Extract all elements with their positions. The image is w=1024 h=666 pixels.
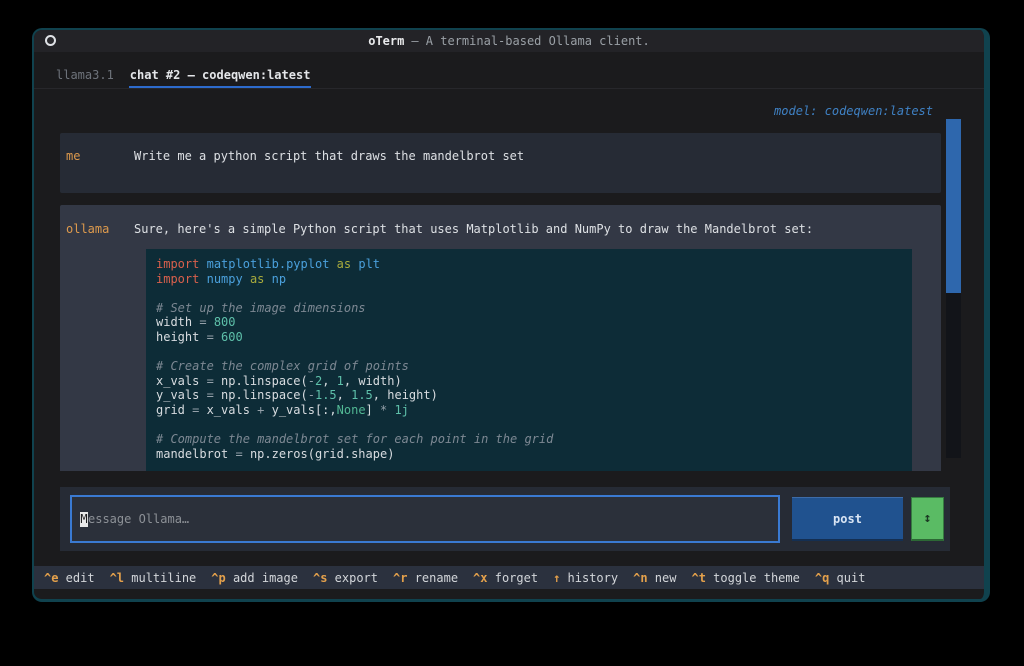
shortcut-label: edit (58, 570, 95, 585)
code-line: width = 800 (156, 315, 236, 330)
shortcut-key: ^q (814, 570, 830, 585)
assistant-message: ollama Sure, here's a simple Python scri… (60, 205, 941, 471)
code-line: mandelbrot = np.zeros(grid.shape) (156, 446, 395, 461)
shortcut-add-image[interactable]: ^p add image (211, 571, 298, 585)
shortcut-key: ^p (211, 570, 226, 585)
code-line: # Create the complex grid of points (156, 359, 409, 374)
tab-llama3-1[interactable]: llama3.1 (55, 68, 115, 88)
shortcut-quit[interactable]: ^q quit (815, 571, 866, 585)
code-line: height = 600 (156, 329, 243, 344)
app-icon (45, 35, 56, 46)
scrollbar-track[interactable] (946, 119, 961, 458)
code-line: import matplotlib.pyplot as plt (156, 257, 381, 271)
shortcut-key: ^e (44, 570, 59, 585)
up-down-arrow-icon: ↕ (923, 511, 932, 526)
shortcut-label: new (647, 570, 677, 585)
code-block: import matplotlib.pyplot as plt import nu… (146, 249, 912, 471)
shortcut-label: history (560, 570, 619, 585)
shortcut-multiline[interactable]: ^l multiline (110, 571, 197, 585)
window-title: oTerm — A terminal-based Ollama client. (368, 34, 650, 48)
code-line: y_vals = np.linspace(-1.5, 1.5, height) (156, 388, 438, 403)
shortcut-edit[interactable]: ^e edit (44, 571, 95, 585)
shortcut-label: quit (829, 570, 866, 585)
shortcut-key: ^t (691, 570, 706, 585)
post-button[interactable]: post (792, 497, 903, 541)
message-text: Write me a python script that draws the … (134, 149, 525, 163)
input-panel: Message Ollama… post ↕ (60, 487, 950, 551)
title-bar: oTerm — A terminal-based Ollama client. (34, 30, 984, 52)
shortcut-label: add image (225, 570, 298, 585)
message-input[interactable]: Message Ollama… (70, 495, 780, 543)
code-line: grid = x_vals + y_vals[:,None] * 1j (156, 402, 409, 417)
shortcut-key: ^x (473, 570, 488, 585)
shortcut-toggle-theme[interactable]: ^t toggle theme (691, 571, 799, 585)
app-name: oTerm (368, 34, 405, 48)
shortcut-label: multiline (124, 570, 197, 585)
code-line: # Set up the image dimensions (156, 300, 366, 315)
code-line: import numpy as np (156, 271, 287, 286)
input-placeholder: essage Ollama… (88, 512, 190, 526)
shortcut-label: rename (407, 570, 459, 585)
message-author: ollama (66, 222, 110, 236)
chat-area: model: codeqwen:latest me Write me a pyt… (34, 89, 984, 471)
text-cursor: M (80, 511, 88, 527)
shortcut-label: forget (487, 570, 539, 585)
scrollbar-thumb[interactable] (946, 119, 961, 293)
code-line: # Compute the mandelbrot set for each po… (156, 432, 554, 447)
shortcut-key: ^s (312, 570, 328, 585)
tab-bar: llama3.1 chat #2 — codeqwen:latest (34, 52, 984, 89)
footer-shortcuts: ^e edit ^l multiline ^p add image ^s export… (34, 566, 984, 589)
oterm-window: oTerm — A terminal-based Ollama client. l… (32, 28, 990, 602)
app-subtitle: — A terminal-based Ollama client. (411, 34, 650, 48)
shortcut-key: ^l (109, 570, 125, 585)
message-author: me (66, 149, 81, 163)
shortcut-key: ^r (393, 570, 408, 585)
model-label: model: codeqwen:latest (774, 104, 933, 118)
resize-toggle-button[interactable]: ↕ (911, 497, 944, 541)
message-text: Sure, here's a simple Python script that… (134, 222, 814, 236)
shortcut-key: ^n (633, 570, 648, 585)
shortcut-history[interactable]: ↑ history (553, 571, 618, 585)
shortcut-label: export (327, 570, 379, 585)
code-line: x_vals = np.linspace(-2, 1, width) (156, 373, 402, 388)
shortcut-rename[interactable]: ^r rename (393, 571, 458, 585)
user-message: me Write me a python script that draws t… (60, 133, 941, 193)
shortcut-export[interactable]: ^s export (313, 571, 378, 585)
shortcut-forget[interactable]: ^x forget (473, 571, 538, 585)
shortcut-new[interactable]: ^n new (633, 571, 676, 585)
tab-chat-2-codeqwen-latest[interactable]: chat #2 — codeqwen:latest (128, 68, 312, 88)
shortcut-label: toggle theme (705, 570, 800, 585)
